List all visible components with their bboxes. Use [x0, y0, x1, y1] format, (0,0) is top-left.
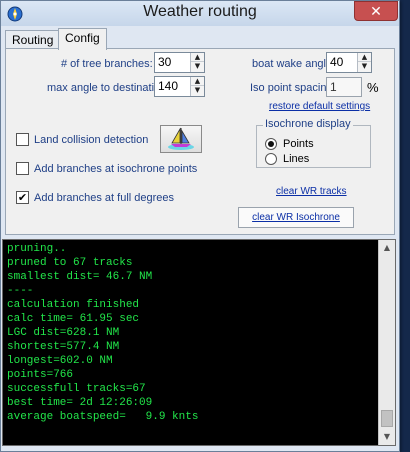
tab-routing[interactable]: Routing [5, 30, 61, 49]
console-line: pruned to 67 tracks [7, 257, 133, 269]
close-icon: ✕ [370, 4, 382, 20]
branches-isochrone-label: Add branches at isochrone points [34, 163, 198, 175]
spinner-arrows[interactable]: ▲ ▼ [190, 77, 204, 96]
console-line: points=766 [7, 369, 74, 381]
radio-lines-label: Lines [283, 153, 310, 165]
console-line: smallest dist= 46.7 NM [7, 271, 153, 283]
config-panel: # of tree branches: 30 ▲ ▼ max angle to d… [5, 48, 395, 235]
branches-isochrone-checkbox[interactable] [16, 162, 29, 175]
sailboat-icon [168, 127, 194, 150]
scroll-thumb[interactable] [381, 410, 393, 427]
console-line: longest=602.0 NM [7, 355, 113, 367]
tree-branches-value: 30 [158, 55, 172, 69]
boat-wake-value: 40 [330, 55, 344, 69]
console-line: LGC dist=628.1 NM [7, 327, 120, 339]
tab-config[interactable]: Config [58, 28, 107, 50]
console-line: ---- [7, 285, 34, 297]
chevron-down-icon[interactable]: ▼ [191, 62, 204, 71]
output-console[interactable]: pruning.. pruned to 67 tracks smallest dis… [2, 239, 396, 446]
max-angle-spinner[interactable]: 140 ▲ ▼ [154, 76, 205, 97]
radio-lines[interactable] [265, 153, 277, 165]
isochrone-display-title: Isochrone display [263, 118, 353, 130]
chevron-up-icon[interactable]: ▲ [191, 53, 204, 62]
radio-points[interactable] [265, 138, 277, 150]
clear-wr-isochrone-button[interactable]: clear WR Isochrone [238, 207, 354, 228]
compass-icon [7, 6, 23, 22]
close-button[interactable]: ✕ [354, 1, 398, 21]
branches-full-degrees-label: Add branches at full degrees [34, 192, 175, 204]
console-line: calc time= 61.95 sec [7, 313, 140, 325]
chevron-up-icon[interactable]: ▲ [379, 240, 395, 256]
spinner-arrows[interactable]: ▲ ▼ [357, 53, 371, 72]
console-line: pruning.. [7, 243, 67, 255]
console-line: successfull tracks=67 [7, 383, 146, 395]
max-angle-label: max angle to destination: [47, 82, 170, 94]
spinner-arrows[interactable]: ▲ ▼ [190, 53, 204, 72]
iso-spacing-input[interactable]: 1 [326, 77, 362, 97]
isochrone-display-group: Isochrone display Points Lines [256, 118, 371, 168]
clear-wr-tracks-link[interactable]: clear WR tracks [276, 186, 347, 197]
restore-defaults-link[interactable]: restore default settings [269, 101, 370, 112]
land-collision-checkbox[interactable] [16, 133, 29, 146]
tree-branches-label: # of tree branches: [61, 58, 153, 70]
check-icon: ✔ [17, 191, 28, 204]
chevron-up-icon[interactable]: ▲ [358, 53, 371, 62]
console-line: calculation finished [7, 299, 140, 311]
console-line: shortest=577.4 NM [7, 341, 120, 353]
iso-spacing-unit: % [367, 80, 379, 95]
window-title: Weather routing [143, 3, 257, 20]
console-output: pruning.. pruned to 67 tracks smallest dis… [7, 242, 375, 424]
desktop-background [400, 0, 410, 452]
console-scrollbar[interactable]: ▲ ▼ [378, 240, 395, 445]
title-bar[interactable]: Weather routing ✕ [1, 1, 399, 26]
max-angle-value: 140 [158, 79, 179, 93]
chevron-down-icon[interactable]: ▼ [191, 86, 204, 95]
chevron-up-icon[interactable]: ▲ [191, 77, 204, 86]
tree-branches-spinner[interactable]: 30 ▲ ▼ [154, 52, 205, 73]
console-line: best time= 2d 12:26:09 [7, 397, 153, 409]
sailboat-button[interactable] [160, 125, 202, 153]
land-collision-label: Land collision detection [34, 134, 149, 146]
chevron-down-icon[interactable]: ▼ [379, 429, 395, 445]
iso-spacing-label: Iso point spacing: [250, 82, 336, 94]
weather-routing-window: Weather routing ✕ Routing Config # of tr… [0, 0, 400, 452]
boat-wake-label: boat wake angle: [252, 58, 336, 70]
branches-full-degrees-checkbox[interactable]: ✔ [16, 191, 29, 204]
chevron-down-icon[interactable]: ▼ [358, 62, 371, 71]
radio-points-label: Points [283, 138, 314, 150]
console-line: average boatspeed= 9.9 knts [7, 411, 199, 423]
boat-wake-spinner[interactable]: 40 ▲ ▼ [326, 52, 372, 73]
